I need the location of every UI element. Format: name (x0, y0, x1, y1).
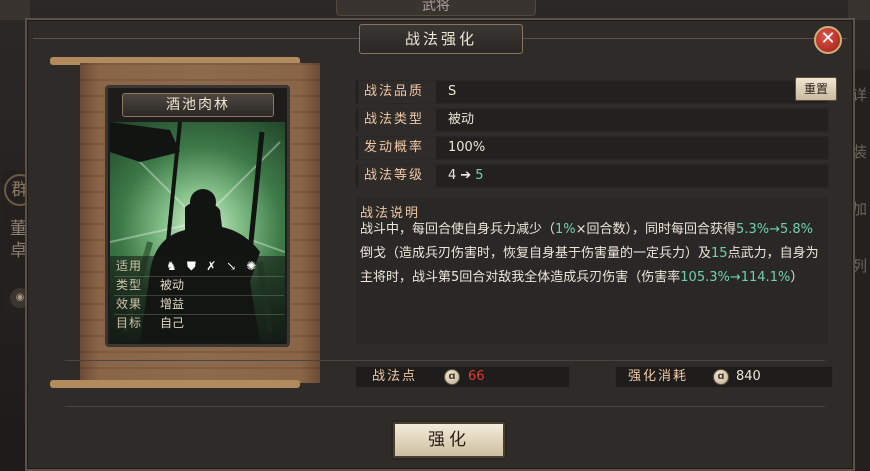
attr-key: 目标 (116, 316, 143, 330)
description-segment: 倒戈（造成兵刃伤害时，恢复自身基于伤害量的一定兵力）及 (360, 246, 712, 261)
chance-label: 发动概率 (358, 137, 436, 159)
coin-icon: ɑ (444, 369, 460, 385)
divider (65, 360, 825, 361)
enhance-cost-box: 强化消耗 ɑ 840 (615, 366, 833, 388)
description-highlight: 5.3%→5.8% (736, 222, 813, 237)
wheel-icon: ✺ (246, 259, 257, 273)
description-segment: ×回合数），同时每回合获得 (575, 222, 737, 237)
attr-key: 适用 (116, 259, 143, 273)
attr-row-target: 目标 自己 (116, 315, 184, 332)
scroll-rod-bottom (50, 380, 300, 388)
tactic-points-value: 66 (468, 369, 485, 384)
tactic-attributes: 适用 ♞ ⛊ ✗ ↘ ✺ 类型 被动 效果 增益 目标 自己 (110, 256, 285, 344)
chance-value: 100% (448, 140, 486, 155)
tactic-points-label: 战法点 (372, 369, 418, 384)
description-highlight: 15 (711, 246, 728, 261)
unit-type-icons: ♞ ⛊ ✗ ↘ ✺ (164, 258, 264, 275)
tactic-name: 酒池肉林 (122, 93, 274, 117)
level-to: 5 (475, 168, 484, 183)
arrow-right-icon: ➔ (460, 168, 472, 183)
bg-top-tab: 武将 (336, 0, 536, 16)
description-text: 战斗中，每回合使自身兵力减少（1%×回合数），同时每回合获得5.3%→5.8% 倒… (360, 218, 825, 290)
attr-value: 自己 (160, 316, 185, 330)
level-value: 4 ➔ 5 (448, 165, 483, 187)
bg-corner-right (848, 0, 870, 20)
attr-row-effect: 效果 增益 (116, 296, 184, 313)
description-highlight: 1% (555, 222, 576, 237)
bow-icon: ✗ (206, 259, 217, 273)
bg-top-tab-label: 武将 (422, 0, 450, 14)
enhance-button[interactable]: 强化 (393, 422, 505, 458)
quality-value: S (448, 84, 457, 99)
cavalry-icon: ♞ (165, 259, 177, 273)
quality-label: 战法品质 (358, 81, 436, 103)
attr-value: 增益 (160, 297, 185, 311)
description-segment: 战斗中，每回合使自身兵力减少（ (360, 222, 556, 237)
shield-icon: ⛊ (186, 259, 196, 273)
quality-row: 战法品质 S (355, 80, 829, 104)
description-highlight: 105.3%→114.1% (680, 270, 791, 285)
chance-row: 发动概率 100% (355, 136, 829, 160)
reset-button[interactable]: 重置 (795, 77, 837, 101)
level-from: 4 (448, 168, 457, 183)
description-segment: ） (790, 270, 804, 285)
attr-value: 被动 (160, 278, 185, 292)
level-label: 战法等级 (358, 165, 436, 187)
attr-row-applicable: 适用 ♞ ⛊ ✗ ↘ ✺ (116, 258, 264, 275)
bg-corner-left (0, 0, 30, 20)
tactic-points-box: 战法点 ɑ 66 (355, 366, 570, 388)
type-row: 战法类型 被动 (355, 108, 829, 132)
enhance-cost-value: 840 (736, 369, 761, 384)
attr-row-type: 类型 被动 (116, 277, 184, 294)
level-row: 战法等级 4 ➔ 5 (355, 164, 829, 188)
close-icon: ✕ (820, 28, 836, 49)
close-button[interactable]: ✕ (814, 26, 842, 54)
enhance-cost-label: 强化消耗 (628, 369, 689, 384)
divider (65, 406, 825, 407)
tactic-card: 酒池肉林 适用 ♞ ⛊ ✗ ↘ ✺ 类型 被动 效果 增益 目标 自己 (105, 85, 290, 347)
type-label: 战法类型 (358, 109, 436, 131)
spear-icon: ↘ (226, 259, 237, 273)
type-value: 被动 (448, 112, 475, 127)
attr-key: 类型 (116, 278, 143, 292)
attr-key: 效果 (116, 297, 143, 311)
dialog-title: 战法强化 (359, 24, 523, 54)
coin-icon: ɑ (713, 369, 729, 385)
